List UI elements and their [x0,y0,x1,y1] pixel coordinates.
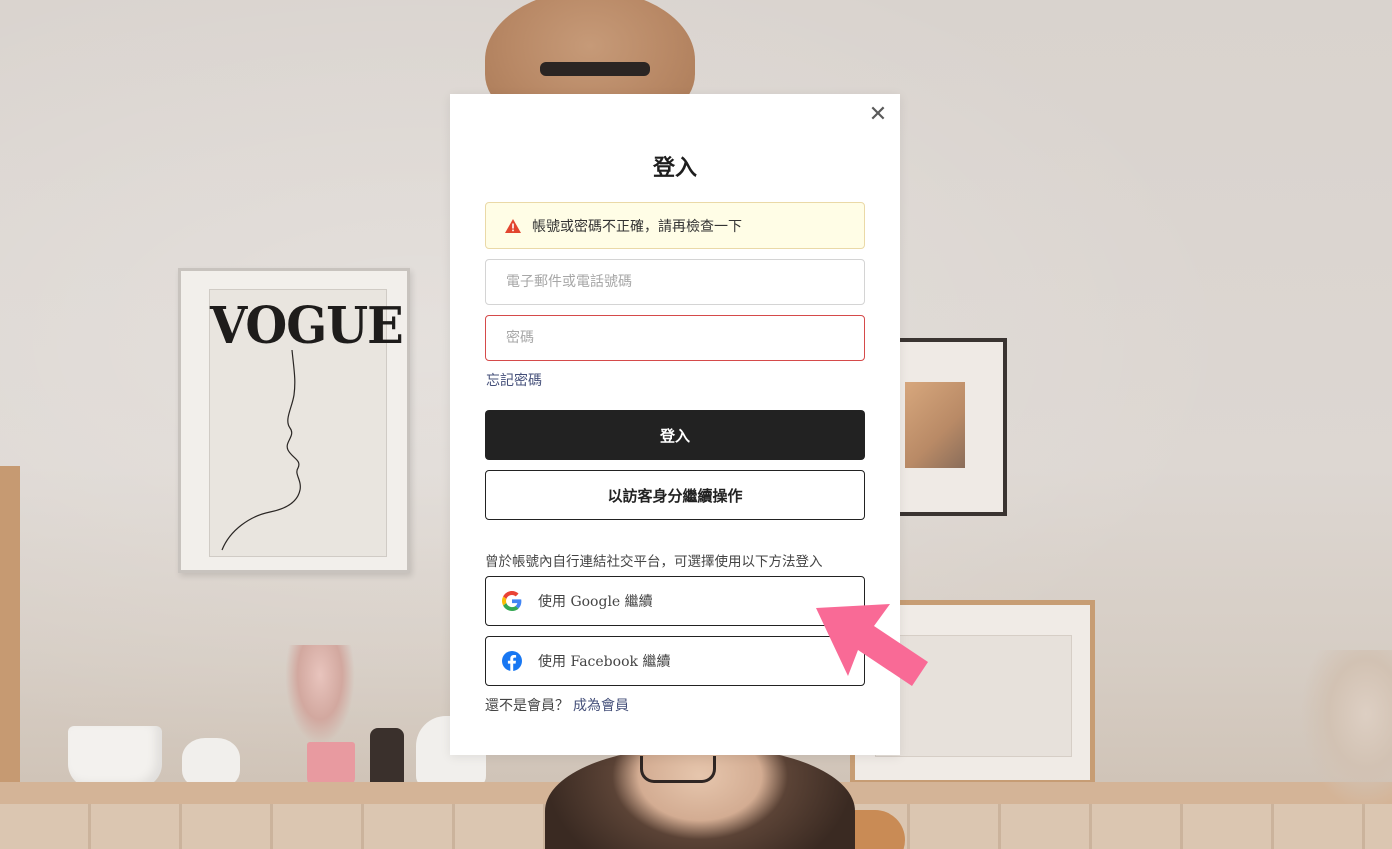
hat-band [540,62,650,76]
facebook-login-label: 使用 Facebook 繼續 [538,654,671,670]
login-button[interactable]: 登入 [485,410,865,460]
error-alert-text: 帳號或密碼不正確，請再檢查一下 [532,218,742,235]
frame-left-edge [0,466,20,786]
forgot-password-link[interactable]: 忘記密碼 [486,370,542,390]
error-alert: 帳號或密碼不正確，請再檢查一下 [485,202,865,249]
vogue-poster-frame: VOGUE [178,268,410,573]
google-login-label: 使用 Google 繼續 [538,594,653,610]
close-icon[interactable]: ✕ [868,104,888,126]
pampas-grass [1300,650,1392,810]
photo-frame-right [895,338,1007,516]
vogue-poster-title: VOGUE [210,296,404,356]
vogue-poster: VOGUE [209,289,404,557]
signup-link[interactable]: 成為會員 [573,698,629,714]
glasses [640,756,716,783]
warning-icon [505,218,521,233]
email-field[interactable] [485,259,865,305]
white-cup [68,726,162,788]
facebook-login-button[interactable]: 使用 Facebook 繼續 [485,636,865,686]
email-input[interactable] [504,273,848,291]
facebook-icon [502,651,522,671]
google-icon [502,591,522,611]
hyacinth-plant [285,645,355,745]
social-login-note: 曾於帳號內自行連結社交平台，可選擇使用以下方法登入 [485,554,823,570]
password-field[interactable] [485,315,865,361]
face-line-art [221,350,301,551]
password-input[interactable] [504,329,848,347]
google-login-button[interactable]: 使用 Google 繼續 [485,576,865,626]
pink-pot [307,742,355,786]
signup-row: 還不是會員？ 成為會員 [485,695,629,715]
photo-frame-picture [905,382,965,468]
signup-prompt: 還不是會員？ [485,698,569,714]
modal-title: 登入 [652,155,697,181]
annotation-arrow-icon [816,604,928,686]
guest-continue-button[interactable]: 以訪客身分繼續操作 [485,470,865,520]
dark-bottle [370,728,404,788]
small-vase [182,738,240,788]
